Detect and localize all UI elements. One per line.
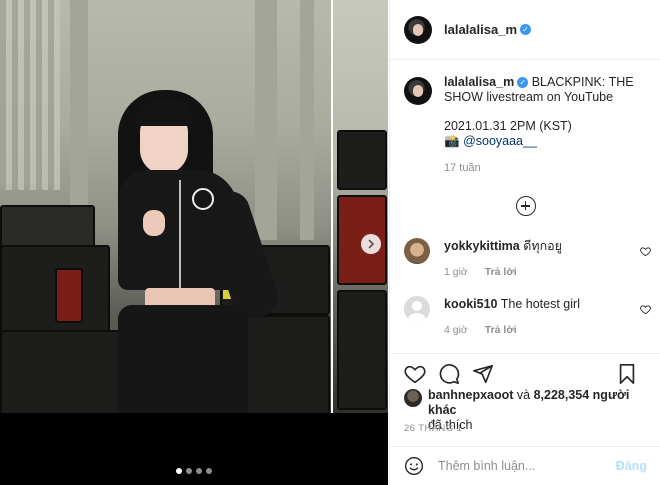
- jacket-logo: [192, 188, 214, 210]
- background-pillar: [255, 0, 277, 240]
- emoji-button[interactable]: [404, 456, 424, 476]
- comment-item: kooki510 The hotest girl 4 giờ Trả lời: [390, 296, 660, 338]
- avatar[interactable]: [404, 389, 422, 407]
- comment-button[interactable]: [438, 363, 460, 385]
- post-photo: [0, 0, 388, 413]
- avatar[interactable]: [404, 238, 430, 264]
- comment-item: yokkykittima ดีทุกอยู 1 giờ Trả lời: [390, 238, 660, 280]
- next-photo-preview: [331, 0, 388, 413]
- person-bangs: [136, 100, 194, 126]
- avatar[interactable]: [404, 15, 432, 44]
- comment-time: 4 giờ: [444, 324, 468, 336]
- comment-time: 1 giờ: [444, 266, 468, 278]
- carousel-dot-active: [176, 468, 182, 474]
- carousel-indicator: [0, 468, 388, 474]
- paper-plane-icon: [473, 364, 493, 383]
- post-side-panel: lalalalisa_m ✓ lalalalisa_m ✓ BLACKPINK: …: [389, 0, 660, 485]
- carousel-dot: [206, 468, 212, 474]
- background-vent: [0, 0, 60, 190]
- post-date[interactable]: 26 THÁNG 1: [404, 423, 462, 434]
- background-pillar: [70, 0, 88, 240]
- jacket-zipper: [179, 180, 181, 290]
- comment-input[interactable]: [438, 459, 608, 473]
- post-caption: lalalalisa_m ✓ BLACKPINK: THE SHOW livest…: [390, 61, 660, 176]
- heart-icon[interactable]: [640, 246, 651, 257]
- post-age[interactable]: 17 tuần: [444, 161, 644, 176]
- bookmark-icon: [619, 363, 635, 384]
- comment-bubble-icon: [439, 363, 460, 384]
- share-button[interactable]: [472, 363, 494, 385]
- verified-badge-icon: ✓: [517, 77, 529, 88]
- likes-connector: và: [516, 388, 531, 402]
- heart-icon[interactable]: [640, 304, 651, 315]
- background-pillar: [300, 0, 314, 240]
- author-username[interactable]: lalalalisa_m: [444, 22, 517, 37]
- post-header: lalalalisa_m ✓: [390, 0, 660, 60]
- comment-username[interactable]: kooki510: [444, 297, 498, 311]
- verified-badge-icon: ✓: [520, 24, 531, 35]
- reply-button[interactable]: Trả lời: [485, 266, 517, 278]
- equipment-case: [0, 330, 130, 413]
- smiley-icon: [405, 457, 423, 475]
- save-button[interactable]: [617, 363, 637, 385]
- like-button[interactable]: [404, 363, 426, 385]
- person-hand: [143, 210, 165, 236]
- comment-text: ดีทุกอยู: [523, 239, 562, 253]
- heart-icon: [404, 365, 426, 383]
- person-pants: [118, 305, 248, 413]
- chevron-right-icon: [368, 239, 374, 249]
- camera-emoji: 📸: [444, 134, 460, 148]
- comments-scroll-area[interactable]: lalalalisa_m ✓ BLACKPINK: THE SHOW livest…: [390, 61, 660, 353]
- equipment-case: [0, 205, 95, 250]
- comment-text: The hotest girl: [500, 297, 580, 311]
- plus-circle-icon[interactable]: [515, 196, 536, 216]
- avatar[interactable]: [404, 296, 430, 322]
- caption-username[interactable]: lalalalisa_m: [444, 75, 514, 89]
- caption-mention-link[interactable]: @sooyaaa__: [463, 134, 537, 148]
- load-more-comments[interactable]: [390, 196, 660, 216]
- caption-date-line: 2021.01.31 2PM (KST): [444, 119, 572, 133]
- comment-username[interactable]: yokkykittima: [444, 239, 520, 253]
- carousel-dot: [186, 468, 192, 474]
- avatar[interactable]: [404, 77, 432, 105]
- post-media: [0, 0, 388, 485]
- carousel-next-button[interactable]: [361, 234, 381, 254]
- default-avatar-icon: [408, 301, 426, 322]
- reply-button[interactable]: Trả lời: [485, 324, 517, 336]
- liker-username[interactable]: banhnepxaoot: [428, 388, 513, 402]
- post-actions-bar: [390, 353, 660, 393]
- equipment-case-panel: [55, 268, 83, 323]
- post-comment-button[interactable]: Đăng: [616, 459, 647, 473]
- add-comment-bar: Đăng: [390, 446, 660, 485]
- carousel-dot: [196, 468, 202, 474]
